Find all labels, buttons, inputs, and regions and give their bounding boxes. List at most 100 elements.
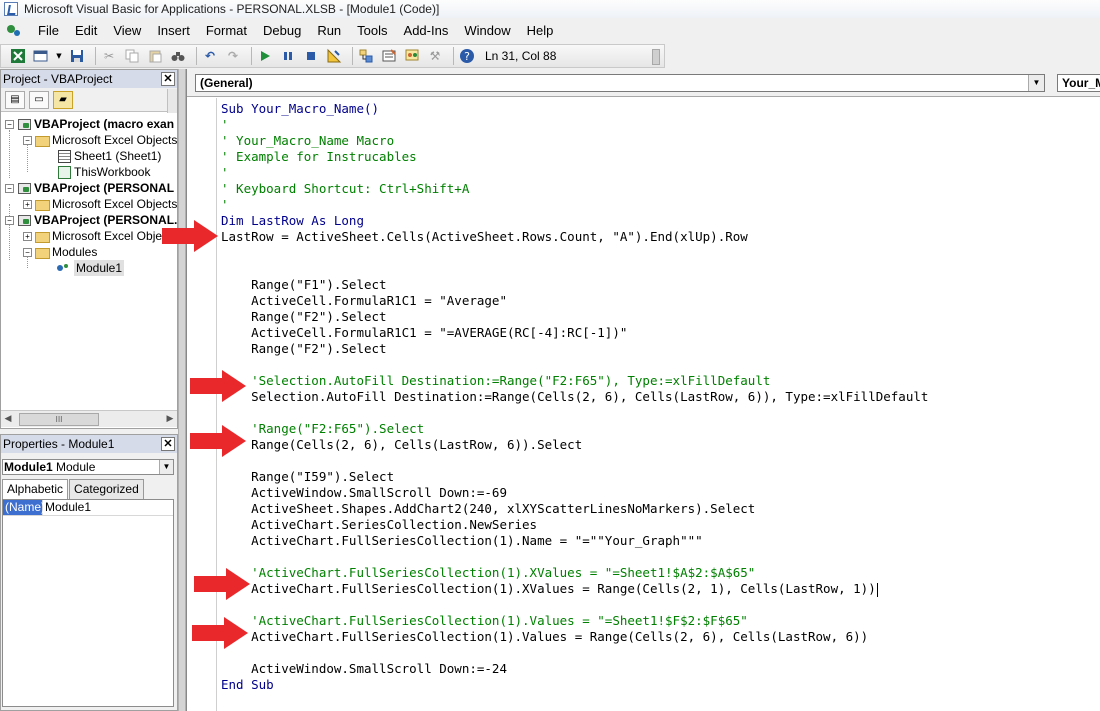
tree-excel-objects-2[interactable]: + Microsoft Excel Objects — [23, 196, 177, 212]
code-line[interactable]: ActiveChart.FullSeriesCollection(1).XVal… — [221, 581, 1091, 597]
redo-icon[interactable]: ↷ — [224, 47, 242, 65]
menu-run[interactable]: Run — [309, 19, 349, 43]
cut-icon[interactable]: ✂ — [100, 47, 118, 65]
code-line[interactable]: Range(Cells(2, 6), Cells(LastRow, 6)).Se… — [221, 437, 1091, 453]
find-icon[interactable] — [169, 47, 187, 65]
object-combo[interactable]: (General) ▼ — [195, 74, 1045, 92]
chevron-down-icon[interactable]: ▼ — [159, 460, 173, 474]
view-excel-icon[interactable] — [9, 47, 27, 65]
tree-modules[interactable]: − Modules — [23, 244, 97, 260]
pane-splitter[interactable] — [178, 69, 186, 711]
code-line[interactable]: 'ActiveChart.FullSeriesCollection(1).XVa… — [221, 565, 1091, 581]
code-line[interactable]: ActiveCell.FormulaR1C1 = "=AVERAGE(RC[-4… — [221, 325, 1091, 341]
code-line[interactable] — [221, 597, 1091, 613]
tree-thisworkbook[interactable]: ThisWorkbook — [57, 164, 150, 180]
project-pane-scroll[interactable] — [167, 89, 177, 113]
tree-excel-objects-3[interactable]: + Microsoft Excel Objec — [23, 228, 168, 244]
code-line[interactable]: Dim LastRow As Long — [221, 213, 1091, 229]
code-line[interactable]: ' Example for Instrucables — [221, 149, 1091, 165]
code-line[interactable] — [221, 453, 1091, 469]
code-line[interactable]: ' — [221, 165, 1091, 181]
menu-view[interactable]: View — [105, 19, 149, 43]
code-line[interactable]: ActiveWindow.SmallScroll Down:=-69 — [221, 485, 1091, 501]
undo-icon[interactable]: ↶ — [201, 47, 219, 65]
expand-icon[interactable]: + — [23, 231, 32, 241]
toggle-folders-icon[interactable]: ▰ — [53, 90, 73, 109]
menu-debug[interactable]: Debug — [255, 19, 309, 43]
scroll-thumb[interactable]: III — [19, 412, 99, 426]
code-line[interactable]: 'ActiveChart.FullSeriesCollection(1).Val… — [221, 613, 1091, 629]
menu-tools[interactable]: Tools — [349, 19, 395, 43]
code-line[interactable]: ' — [221, 117, 1091, 133]
insert-userform-icon[interactable] — [32, 47, 50, 65]
expand-icon[interactable]: + — [23, 199, 32, 209]
menu-window[interactable]: Window — [456, 19, 518, 43]
code-line[interactable]: ActiveChart.FullSeriesCollection(1).Valu… — [221, 629, 1091, 645]
code-line[interactable]: Range("F1").Select — [221, 277, 1091, 293]
menu-format[interactable]: Format — [198, 19, 255, 43]
object-selector[interactable]: Module1 Module ▼ — [2, 459, 174, 475]
scroll-right-icon[interactable]: ▶ — [163, 414, 177, 424]
code-editor[interactable]: Sub Your_Macro_Name() ' ' Your_Macro_Name … — [221, 101, 1091, 693]
view-code-icon[interactable]: ▤ — [5, 90, 25, 109]
menu-insert[interactable]: Insert — [149, 19, 198, 43]
code-line[interactable]: Range("F2").Select — [221, 341, 1091, 357]
code-line[interactable] — [221, 549, 1091, 565]
procedure-combo[interactable]: Your_M — [1057, 74, 1100, 92]
code-line[interactable]: ActiveCell.FormulaR1C1 = "Average" — [221, 293, 1091, 309]
project-explorer-icon[interactable] — [357, 47, 375, 65]
help-icon[interactable]: ? — [458, 47, 476, 65]
save-icon[interactable] — [68, 47, 86, 65]
copy-icon[interactable] — [123, 47, 141, 65]
tab-alphabetic[interactable]: Alphabetic — [2, 479, 69, 500]
property-row[interactable]: (Name) Module1 — [3, 500, 173, 516]
view-object-icon[interactable]: ▭ — [29, 90, 49, 109]
menu-edit[interactable]: Edit — [67, 19, 105, 43]
code-line[interactable]: ActiveChart.FullSeriesCollection(1).Name… — [221, 533, 1091, 549]
code-line[interactable]: 'Selection.AutoFill Destination:=Range("… — [221, 373, 1091, 389]
collapse-icon[interactable]: − — [5, 119, 14, 129]
code-line[interactable]: ' Your_Macro_Name Macro — [221, 133, 1091, 149]
code-line[interactable] — [221, 405, 1091, 421]
vba-control-icon[interactable] — [4, 21, 26, 41]
toolbar-options-grip[interactable] — [652, 49, 660, 65]
break-icon[interactable] — [279, 47, 297, 65]
menu-help[interactable]: Help — [519, 19, 562, 43]
code-line[interactable]: ' — [221, 197, 1091, 213]
code-line[interactable]: Selection.AutoFill Destination:=Range(Ce… — [221, 389, 1091, 405]
menu-add-ins[interactable]: Add-Ins — [396, 19, 457, 43]
collapse-icon[interactable]: − — [23, 247, 32, 257]
design-mode-icon[interactable] — [325, 47, 343, 65]
close-icon[interactable]: ✕ — [161, 72, 175, 86]
code-line[interactable]: Sub Your_Macro_Name() — [221, 101, 1091, 117]
reset-icon[interactable] — [302, 47, 320, 65]
collapse-icon[interactable]: − — [23, 135, 32, 145]
toolbox-icon[interactable]: ⚒ — [426, 47, 444, 65]
code-line[interactable]: End Sub — [221, 677, 1091, 693]
object-browser-icon[interactable] — [403, 47, 421, 65]
properties-window-icon[interactable] — [380, 47, 398, 65]
tree-module1[interactable]: Module1 — [57, 260, 125, 276]
tree-sheet1[interactable]: Sheet1 (Sheet1) — [57, 148, 161, 164]
code-line[interactable]: Range("F2").Select — [221, 309, 1091, 325]
tab-categorized[interactable]: Categorized — [69, 479, 144, 499]
chevron-down-icon[interactable]: ▼ — [55, 47, 63, 65]
run-icon[interactable] — [256, 47, 274, 65]
tree-excel-objects[interactable]: − Microsoft Excel Objects — [23, 132, 177, 148]
code-line[interactable] — [221, 357, 1091, 373]
code-line[interactable]: ActiveWindow.SmallScroll Down:=-24 — [221, 661, 1091, 677]
code-line[interactable] — [221, 261, 1091, 277]
menu-file[interactable]: File — [30, 19, 67, 43]
project-horizontal-scrollbar[interactable]: ◀ III ▶ — [1, 410, 177, 427]
chevron-down-icon[interactable]: ▼ — [1028, 75, 1044, 91]
property-value[interactable]: Module1 — [43, 500, 91, 515]
code-line[interactable]: ActiveChart.SeriesCollection.NewSeries — [221, 517, 1091, 533]
collapse-icon[interactable]: − — [5, 183, 14, 193]
code-line[interactable]: LastRow = ActiveSheet.Cells(ActiveSheet.… — [221, 229, 1091, 245]
tree-project-macro-example[interactable]: − VBAProject (macro exan — [5, 116, 174, 132]
code-line[interactable] — [221, 645, 1091, 661]
code-line[interactable]: Range("I59").Select — [221, 469, 1091, 485]
code-line[interactable]: ' Keyboard Shortcut: Ctrl+Shift+A — [221, 181, 1091, 197]
close-icon[interactable]: ✕ — [161, 437, 175, 451]
code-line[interactable] — [221, 245, 1091, 261]
